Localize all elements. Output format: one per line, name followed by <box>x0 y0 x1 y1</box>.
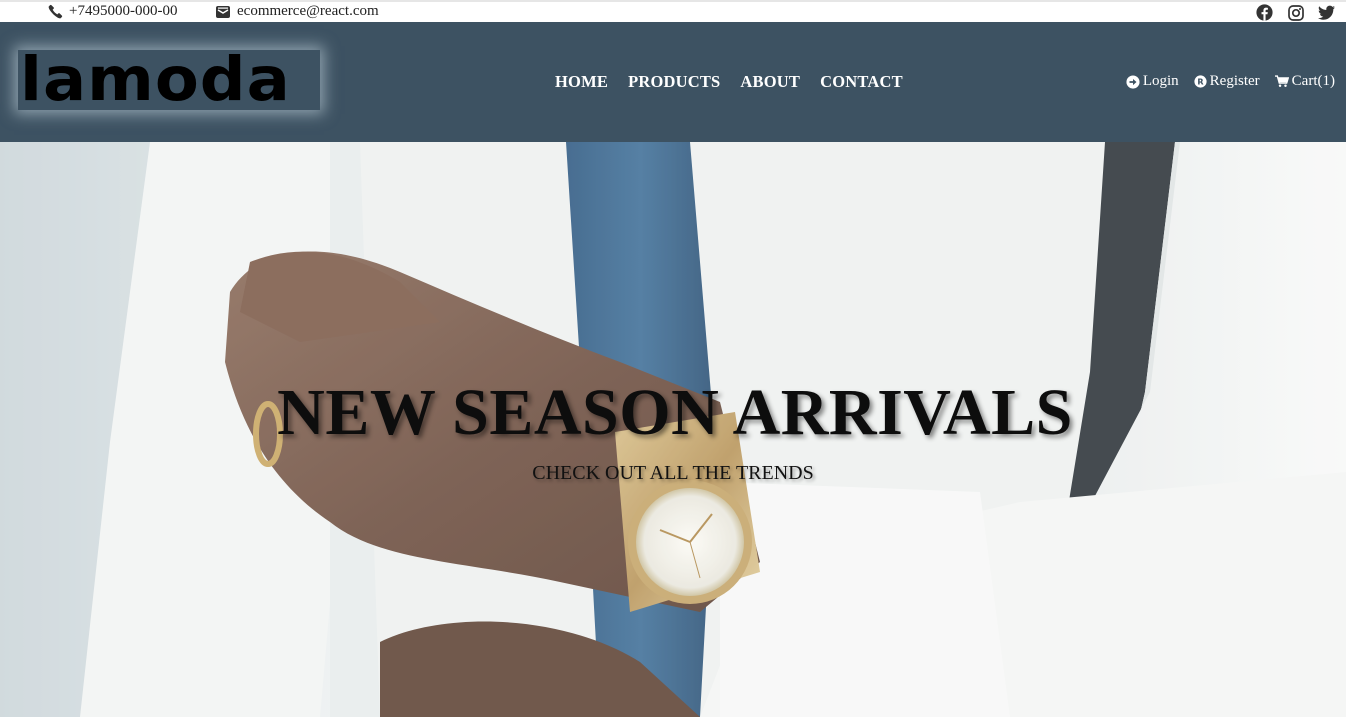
nav-contact[interactable]: CONTACT <box>820 72 903 92</box>
phone-number: +7495000-000-00 <box>69 3 178 19</box>
cart-button[interactable]: Cart(1) <box>1274 73 1335 90</box>
site-header: lamoda HOME PRODUCTS ABOUT CONTACT Login… <box>0 22 1346 142</box>
nav-about[interactable]: ABOUT <box>740 72 800 92</box>
register-button[interactable]: R Register <box>1194 73 1260 90</box>
top-info-bar: +7495000-000-00 ecommerce@react.com <box>0 0 1346 22</box>
email-address: ecommerce@react.com <box>237 3 379 19</box>
phone-icon <box>48 4 63 19</box>
sign-in-icon <box>1126 74 1140 89</box>
facebook-icon[interactable] <box>1255 3 1274 22</box>
envelope-icon <box>215 4 231 20</box>
hero-banner: NEW SEASON ARRIVALS CHECK OUT ALL THE TR… <box>0 142 1346 717</box>
logo-text: lamoda <box>20 44 291 116</box>
social-links <box>1255 3 1336 22</box>
cart-icon <box>1274 75 1289 88</box>
login-label: Login <box>1142 73 1179 89</box>
twitter-icon[interactable] <box>1317 3 1336 22</box>
nav-products[interactable]: PRODUCTS <box>628 72 720 92</box>
main-nav: HOME PRODUCTS ABOUT CONTACT <box>555 72 903 92</box>
instagram-icon[interactable] <box>1286 3 1305 22</box>
account-links: Login R Register Cart(1) <box>1126 73 1335 90</box>
login-button[interactable]: Login <box>1126 73 1179 90</box>
email-contact[interactable]: ecommerce@react.com <box>215 3 379 20</box>
register-icon: R <box>1194 75 1207 88</box>
hero-subtitle: CHECK OUT ALL THE TRENDS <box>532 462 814 484</box>
logo[interactable]: lamoda <box>18 50 320 110</box>
nav-home[interactable]: HOME <box>555 72 608 92</box>
register-label: Register <box>1209 73 1260 89</box>
phone-contact[interactable]: +7495000-000-00 <box>48 3 177 20</box>
hero-title: NEW SEASON ARRIVALS <box>277 376 1073 449</box>
cart-label: Cart(1) <box>1291 73 1335 89</box>
svg-text:R: R <box>1197 76 1204 86</box>
